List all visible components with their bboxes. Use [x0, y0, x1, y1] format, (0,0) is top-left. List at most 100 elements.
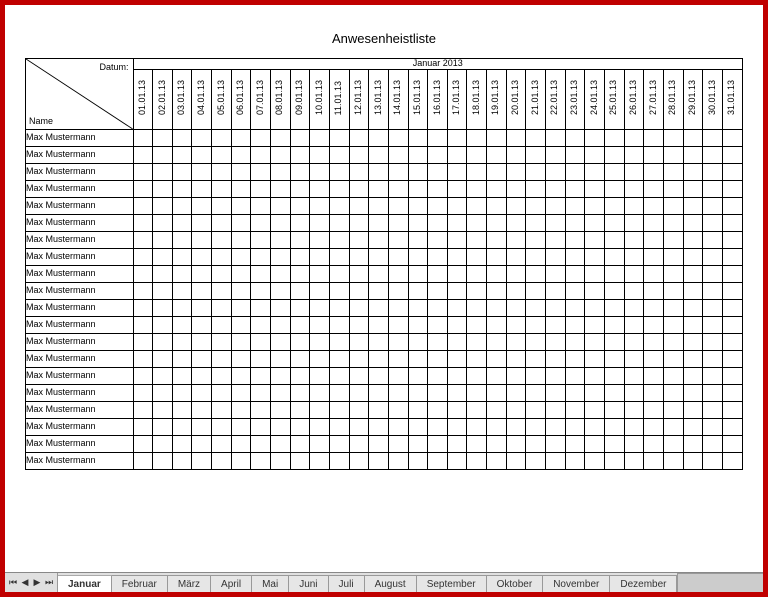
day-cell[interactable]: [231, 248, 251, 265]
day-cell[interactable]: [546, 350, 566, 367]
day-cell[interactable]: [565, 452, 585, 469]
day-cell[interactable]: [271, 163, 291, 180]
day-cell[interactable]: [369, 214, 389, 231]
day-cell[interactable]: [428, 384, 448, 401]
day-cell[interactable]: [133, 265, 153, 282]
day-cell[interactable]: [388, 163, 408, 180]
day-cell[interactable]: [349, 418, 369, 435]
day-cell[interactable]: [722, 418, 742, 435]
day-cell[interactable]: [408, 350, 428, 367]
day-cell[interactable]: [604, 265, 624, 282]
day-cell[interactable]: [683, 129, 703, 146]
day-cell[interactable]: [624, 367, 644, 384]
day-cell[interactable]: [624, 333, 644, 350]
day-cell[interactable]: [565, 282, 585, 299]
day-cell[interactable]: [546, 265, 566, 282]
day-cell[interactable]: [604, 452, 624, 469]
day-cell[interactable]: [703, 231, 723, 248]
day-cell[interactable]: [192, 146, 212, 163]
day-cell[interactable]: [644, 367, 664, 384]
day-cell[interactable]: [506, 452, 526, 469]
sheet-tab[interactable]: September: [417, 575, 487, 592]
day-cell[interactable]: [546, 231, 566, 248]
day-cell[interactable]: [585, 418, 605, 435]
day-cell[interactable]: [212, 384, 232, 401]
day-cell[interactable]: [369, 129, 389, 146]
day-cell[interactable]: [153, 350, 173, 367]
day-cell[interactable]: [428, 214, 448, 231]
day-cell[interactable]: [349, 367, 369, 384]
day-cell[interactable]: [683, 163, 703, 180]
day-cell[interactable]: [487, 418, 507, 435]
day-cell[interactable]: [447, 401, 467, 418]
day-cell[interactable]: [329, 146, 349, 163]
day-cell[interactable]: [192, 401, 212, 418]
day-cell[interactable]: [231, 299, 251, 316]
day-cell[interactable]: [683, 299, 703, 316]
day-cell[interactable]: [428, 248, 448, 265]
day-cell[interactable]: [192, 333, 212, 350]
day-cell[interactable]: [192, 163, 212, 180]
day-cell[interactable]: [604, 282, 624, 299]
day-cell[interactable]: [172, 435, 192, 452]
day-cell[interactable]: [329, 231, 349, 248]
day-cell[interactable]: [290, 146, 310, 163]
day-cell[interactable]: [467, 299, 487, 316]
day-cell[interactable]: [369, 265, 389, 282]
day-cell[interactable]: [310, 146, 330, 163]
day-cell[interactable]: [133, 248, 153, 265]
day-cell[interactable]: [369, 435, 389, 452]
day-cell[interactable]: [467, 197, 487, 214]
day-cell[interactable]: [624, 146, 644, 163]
day-cell[interactable]: [604, 316, 624, 333]
day-cell[interactable]: [565, 350, 585, 367]
day-cell[interactable]: [722, 435, 742, 452]
day-cell[interactable]: [153, 299, 173, 316]
day-cell[interactable]: [428, 435, 448, 452]
day-cell[interactable]: [683, 384, 703, 401]
day-cell[interactable]: [192, 265, 212, 282]
day-cell[interactable]: [153, 282, 173, 299]
day-cell[interactable]: [388, 435, 408, 452]
day-cell[interactable]: [585, 282, 605, 299]
day-cell[interactable]: [408, 214, 428, 231]
day-cell[interactable]: [428, 333, 448, 350]
day-cell[interactable]: [349, 435, 369, 452]
day-cell[interactable]: [546, 316, 566, 333]
day-cell[interactable]: [192, 367, 212, 384]
day-cell[interactable]: [369, 367, 389, 384]
day-cell[interactable]: [369, 299, 389, 316]
day-cell[interactable]: [408, 231, 428, 248]
day-cell[interactable]: [467, 350, 487, 367]
day-cell[interactable]: [408, 129, 428, 146]
day-cell[interactable]: [624, 282, 644, 299]
day-cell[interactable]: [663, 129, 683, 146]
day-cell[interactable]: [251, 333, 271, 350]
day-cell[interactable]: [172, 452, 192, 469]
day-cell[interactable]: [349, 214, 369, 231]
day-cell[interactable]: [703, 401, 723, 418]
day-cell[interactable]: [290, 350, 310, 367]
day-cell[interactable]: [526, 333, 546, 350]
day-cell[interactable]: [546, 452, 566, 469]
day-cell[interactable]: [585, 452, 605, 469]
day-cell[interactable]: [329, 197, 349, 214]
day-cell[interactable]: [310, 333, 330, 350]
day-cell[interactable]: [212, 282, 232, 299]
day-cell[interactable]: [231, 197, 251, 214]
day-cell[interactable]: [271, 231, 291, 248]
day-cell[interactable]: [133, 180, 153, 197]
day-cell[interactable]: [133, 282, 153, 299]
day-cell[interactable]: [153, 452, 173, 469]
day-cell[interactable]: [447, 367, 467, 384]
day-cell[interactable]: [369, 231, 389, 248]
day-cell[interactable]: [467, 231, 487, 248]
day-cell[interactable]: [310, 163, 330, 180]
day-cell[interactable]: [663, 282, 683, 299]
day-cell[interactable]: [565, 384, 585, 401]
nav-next-icon[interactable]: ▶: [31, 577, 43, 588]
day-cell[interactable]: [663, 197, 683, 214]
sheet-tab[interactable]: Oktober: [487, 575, 544, 592]
day-cell[interactable]: [506, 384, 526, 401]
day-cell[interactable]: [133, 401, 153, 418]
